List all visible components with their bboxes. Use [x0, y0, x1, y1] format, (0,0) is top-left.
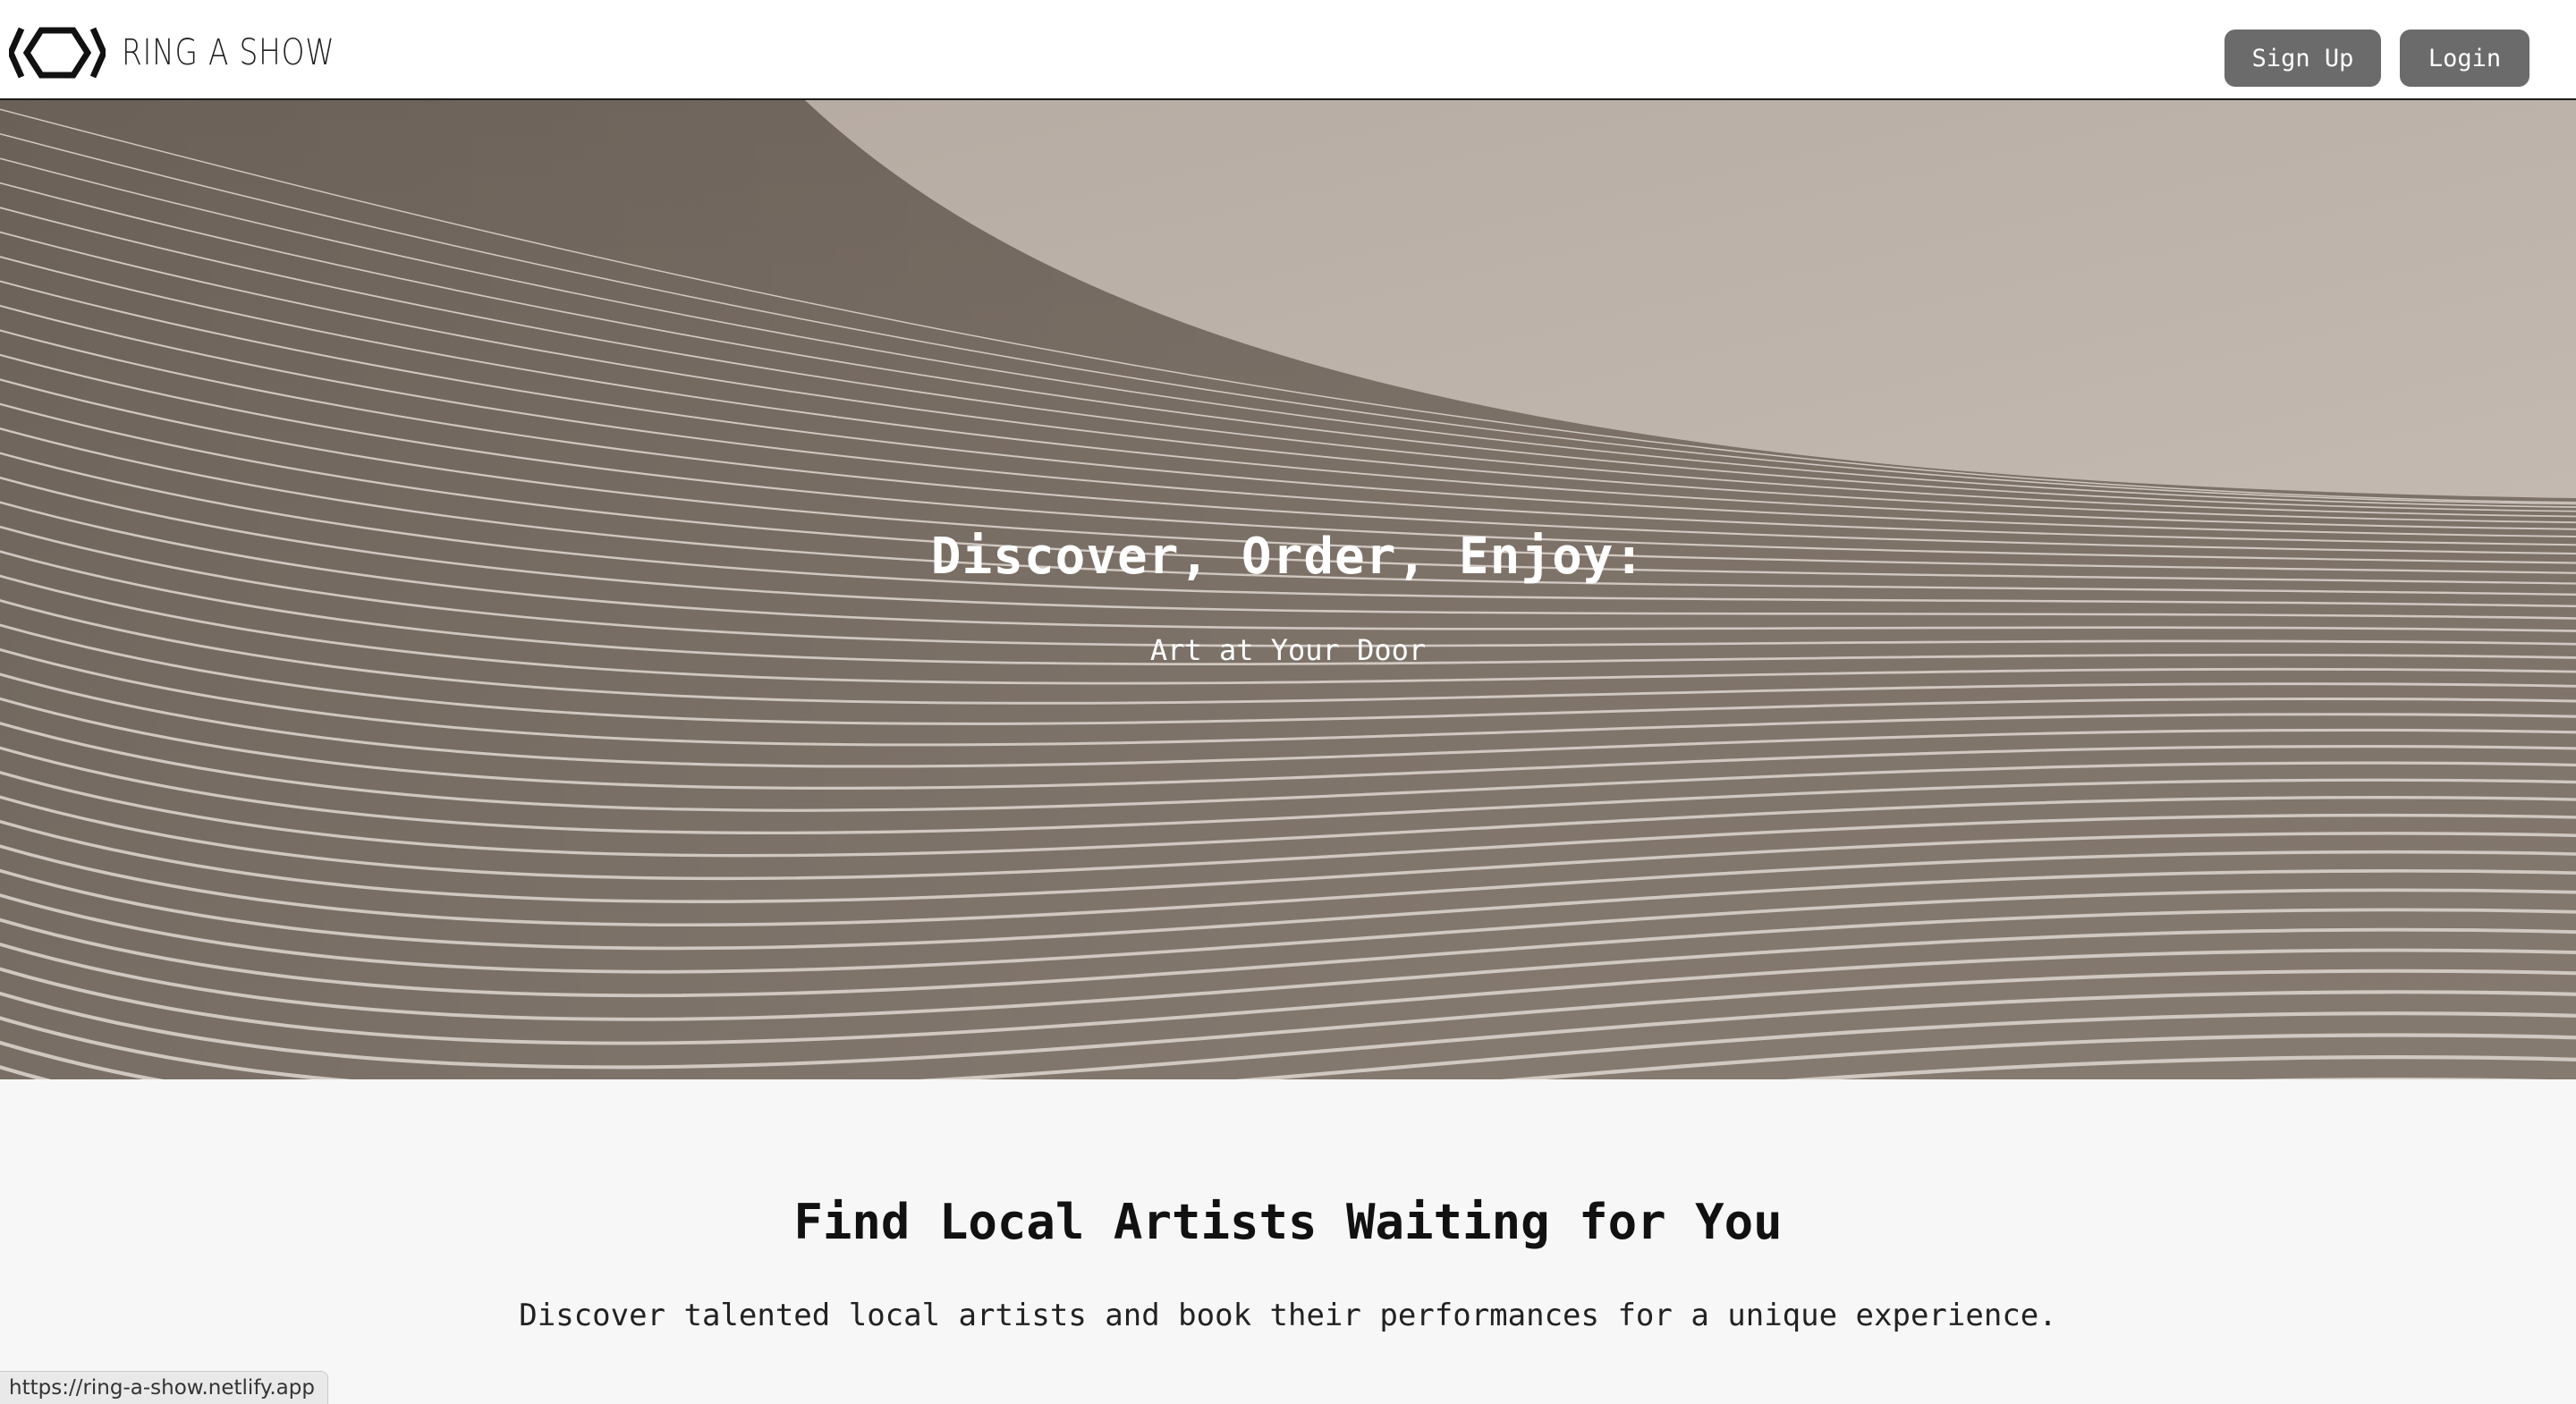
top-nav-bar: RING A SHOW Sign Up Login [0, 0, 2576, 100]
brand-logo[interactable]: RING A SHOW [9, 25, 382, 80]
section-description: Discover talented local artists and book… [519, 1298, 2057, 1333]
hero-title: Discover, Order, Enjoy: [930, 528, 1646, 586]
status-bar-url: https://ring-a-show.netlify.app [0, 1371, 328, 1404]
hero-background-image [0, 100, 2576, 1079]
page: RING A SHOW Sign Up Login Discover, Orde… [0, 0, 2576, 1404]
section-title: Find Local Artists Waiting for You [793, 1194, 1783, 1250]
brand-name: RING A SHOW [122, 32, 335, 73]
sign-up-button[interactable]: Sign Up [2224, 30, 2381, 87]
hero-banner: Discover, Order, Enjoy: Art at Your Door [0, 100, 2576, 1079]
hexagon-brackets-icon [9, 25, 106, 80]
login-button[interactable]: Login [2400, 30, 2529, 87]
hero-subtitle: Art at Your Door [1149, 633, 1427, 667]
